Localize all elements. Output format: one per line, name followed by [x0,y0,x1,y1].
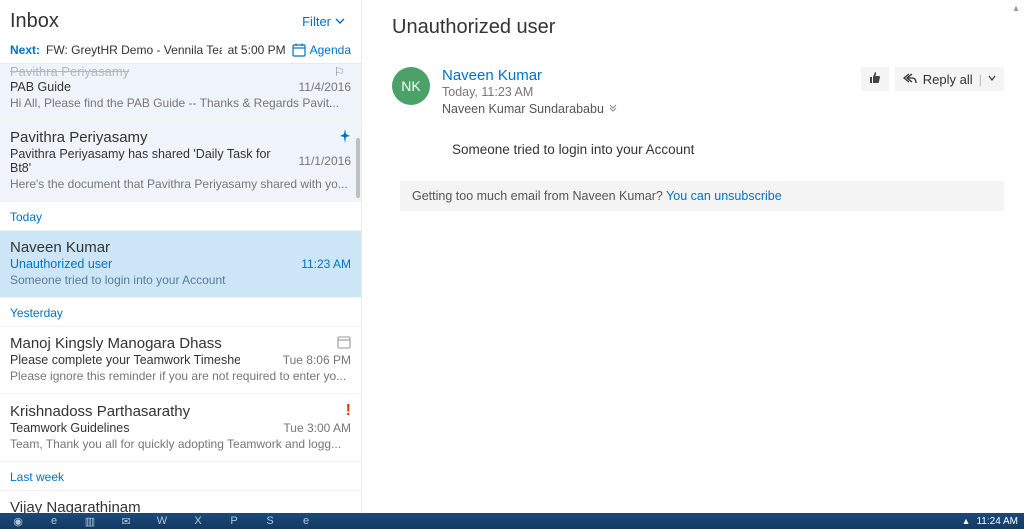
group-header-last-week[interactable]: Last week [0,462,361,491]
mail-header: NK Naveen Kumar Today, 11:23 AM Naveen K… [392,67,1004,116]
powerpoint-icon[interactable]: P [216,513,252,529]
edge-icon[interactable]: e [288,513,324,529]
reply-all-button[interactable]: Reply all | [895,67,1004,91]
outlook-web-app: Inbox Filter Next: FW: GreytHR Demo - Ve… [0,0,1024,513]
windows-taskbar[interactable]: ◉ e ▥ ✉ W X P S e ▴ 11:24 AM [0,513,1024,529]
message-item[interactable]: Manoj Kingsly Manogara Dhass Please comp… [0,327,361,394]
next-label: Next: [10,43,40,57]
message-time: 11:23 AM [301,257,351,271]
message-preview: Someone tried to login into your Account [10,273,351,287]
message-item[interactable]: Krishnadoss Parthasarathy ! Teamwork Gui… [0,394,361,462]
message-sender: Krishnadoss Parthasarathy [10,403,190,420]
message-item[interactable]: Vijay Nagarathinam [0,491,361,513]
mail-body-text: Someone tried to login into your Account [452,142,694,157]
outlook-icon[interactable]: ✉ [108,513,144,529]
message-item[interactable]: Pavithra Periyasamy Pavithra Periyasamy … [0,121,361,202]
agenda-label: Agenda [310,43,351,57]
taskbar-apps: ◉ e ▥ ✉ W X P S e [0,513,324,529]
recipients-line[interactable]: Naveen Kumar Sundarababu [442,102,1004,116]
scrollbar-thumb[interactable] [356,138,360,198]
message-time: 11/1/2016 [299,154,352,168]
group-header-yesterday[interactable]: Yesterday [0,298,361,327]
expand-recipients-icon[interactable] [608,104,618,115]
thumbs-up-icon [868,71,881,87]
unsubscribe-link[interactable]: You can unsubscribe [666,189,782,203]
message-sender: Pavithra Periyasamy [10,129,148,146]
mail-actions: Reply all | [861,67,1004,91]
recipient-name: Naveen Kumar Sundarababu [442,102,604,116]
mail-subject: Unauthorized user [392,16,1004,39]
message-subject: Unauthorized user [10,257,112,271]
pin-icon[interactable] [339,129,351,146]
message-sender: Pavithra Periyasamy [10,64,129,79]
next-event-time: at 5:00 PM [228,43,286,57]
reply-all-icon [903,72,917,87]
flag-icon[interactable]: ⚐ [334,65,351,79]
message-sender: Naveen Kumar [10,239,110,256]
message-subject: Pavithra Periyasamy has shared 'Daily Ta… [10,147,291,175]
up-next-bar[interactable]: Next: FW: GreytHR Demo - Vennila Team at… [0,39,361,64]
taskbar-clock[interactable]: 11:24 AM [976,516,1018,527]
message-preview: Team, Thank you all for quickly adopting… [10,437,351,451]
taskbar-tray: ▴ 11:24 AM [963,516,1018,527]
unsubscribe-bar: Getting too much email from Naveen Kumar… [400,181,1004,211]
sender-avatar[interactable]: NK [392,67,430,105]
ie-icon[interactable]: e [36,513,72,529]
agenda-link[interactable]: Agenda [292,43,351,57]
reading-pane: ▴ Unauthorized user NK Naveen Kumar Toda… [362,0,1024,513]
message-sender: Manoj Kingsly Manogara Dhass [10,335,222,352]
message-preview: Here's the document that Pavithra Periya… [10,177,351,191]
tray-chevron-up-icon[interactable]: ▴ [963,516,968,527]
message-time: Tue 3:00 AM [283,421,351,435]
chevron-down-icon [335,14,345,29]
reply-all-label: Reply all [923,72,973,87]
message-list-pane: Inbox Filter Next: FW: GreytHR Demo - Ve… [0,0,362,513]
message-list[interactable]: Pavithra Periyasamy ⚐ PAB Guide 11/4/201… [0,64,361,513]
filter-label: Filter [302,14,331,29]
message-item-selected[interactable]: Naveen Kumar Unauthorized user 11:23 AM … [0,231,361,298]
message-item[interactable]: Pavithra Periyasamy ⚐ PAB Guide 11/4/201… [0,64,361,121]
list-header: Inbox Filter [0,0,361,39]
skype-icon[interactable]: S [252,513,288,529]
calendar-icon [337,335,351,352]
importance-high-icon: ! [346,402,351,420]
message-preview: Hi All, Please find the PAB Guide -- Tha… [10,96,351,110]
action-divider: | [979,72,982,87]
message-subject: Teamwork Guidelines [10,421,130,435]
mail-body: Someone tried to login into your Account [452,142,1004,157]
filter-dropdown[interactable]: Filter [302,14,345,29]
message-time: Tue 8:06 PM [283,353,351,367]
message-subject: PAB Guide [10,80,71,94]
excel-icon[interactable]: X [180,513,216,529]
message-preview: Please ignore this reminder if you are n… [10,369,351,383]
folder-title: Inbox [10,10,59,33]
unsubscribe-text: Getting too much email from Naveen Kumar… [412,189,666,203]
explorer-icon[interactable]: ▥ [72,513,108,529]
next-event-title: FW: GreytHR Demo - Vennila Team [46,43,222,57]
message-subject: Please complete your Teamwork Timesheet … [10,353,240,367]
group-header-today[interactable]: Today [0,202,361,231]
word-icon[interactable]: W [144,513,180,529]
scroll-up-arrow-icon[interactable]: ▴ [1008,0,1024,16]
message-sender: Vijay Nagarathinam [10,499,141,513]
chevron-down-icon[interactable] [988,74,996,85]
like-button[interactable] [861,67,889,91]
message-time: 11/4/2016 [299,80,352,94]
calendar-icon [292,43,306,57]
start-button-icon[interactable]: ◉ [0,513,36,529]
